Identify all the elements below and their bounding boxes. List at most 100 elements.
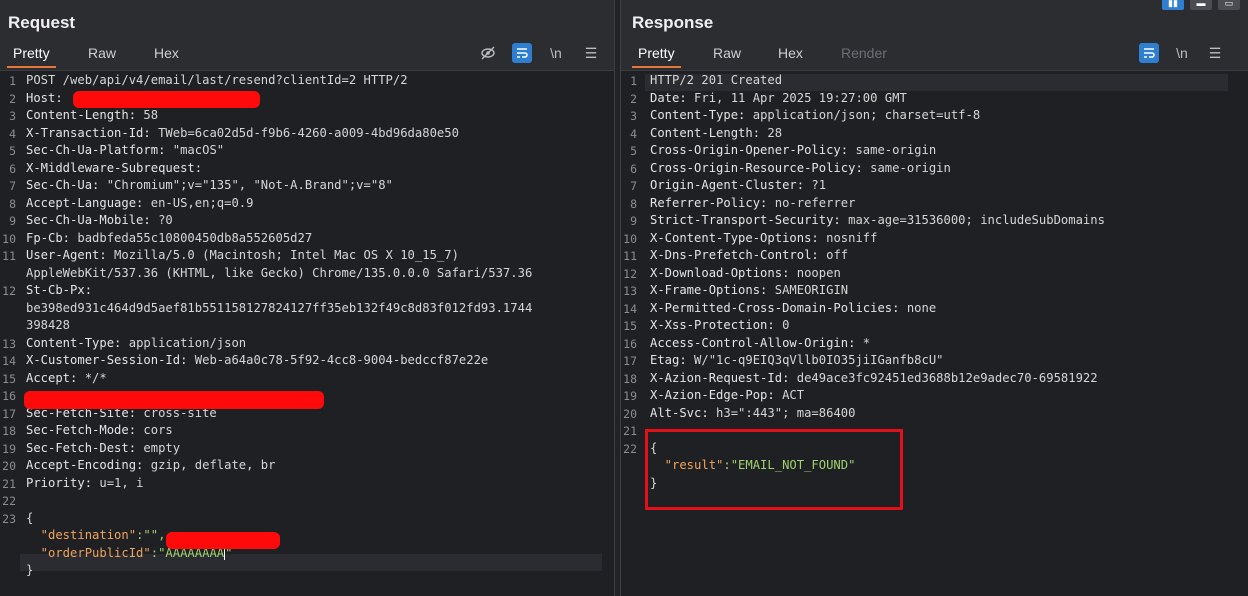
header-name: Content-Length: (650, 125, 761, 140)
header-name: X-Azion-Request-Id: (650, 370, 790, 385)
header-name: Content-Length: (26, 108, 137, 122)
line-number: 7 (630, 179, 637, 193)
request-tab-pretty[interactable]: Pretty (7, 42, 56, 68)
header-value: TWeb=6ca02d5d-f9b6-4260-a009-4bd96da80e5… (150, 125, 459, 140)
code-line: X-Xss-Protection: 0 (650, 318, 789, 332)
code-line: Content-Type: application/json; charset=… (650, 108, 980, 122)
response-editor[interactable]: 1 2 3 4 5 6 7 8 9 10 11 12 13 14 15 16 17 18 19 20 21 22 HTTP… (621, 70, 1248, 596)
header-value: application/json; charset=utf-8 (745, 108, 981, 122)
response-title: Response (632, 13, 714, 32)
request-editor[interactable]: 1 2 3 4 5 6 7 8 9 10 11 12 13 14 15 16 17 18 19 20 21 22 23 PO… (0, 70, 614, 596)
response-tab-raw[interactable]: Raw (707, 42, 747, 66)
request-pane: Request Pretty Raw Hex \n ☰ 1 2 3 4 5 6 7 8 9 10 1… (0, 0, 614, 596)
redaction-destination (166, 532, 280, 549)
header-value: W/"1c-q9EIQ3qVllb0IO35jiIGanfb8cU" (686, 353, 944, 367)
header-value: ?0 (150, 213, 173, 227)
code-line: User-Agent: Mozilla/5.0 (Macintosh; Inte… (26, 248, 459, 262)
header-value: badbfeda55c10800450db8a552605d27 (70, 230, 313, 245)
header-name: X-Xss-Protection: (650, 318, 775, 332)
response-tab-hex[interactable]: Hex (772, 42, 809, 66)
hide-nonprintable-icon[interactable] (478, 42, 498, 64)
highlight-box-result (645, 429, 903, 510)
request-tab-raw[interactable]: Raw (82, 42, 122, 66)
code-line: "destination":"", (26, 528, 166, 542)
header-value: cors (136, 423, 173, 437)
header-name: X-Permitted-Cross-Domain-Policies: (650, 300, 900, 315)
code-line: POST /web/api/v4/email/last/resend?clien… (26, 73, 408, 87)
line-number: 18 (623, 371, 637, 386)
line-text: AppleWebKit/537.36 (KHTML, like Gecko) C… (26, 265, 533, 280)
header-name: X-Dns-Prefetch-Control: (650, 248, 819, 262)
code-line: Cross-Origin-Resource-Policy: same-origi… (650, 161, 951, 175)
header-name: Sec-Ch-Ua: (26, 178, 100, 192)
header-value: * (855, 335, 871, 350)
header-name: Strict-Transport-Security: (650, 213, 841, 227)
redaction-header (24, 391, 324, 409)
line-number: 5 (9, 144, 16, 158)
line-number: 20 (623, 406, 637, 421)
response-wrap-lines-icon[interactable] (1139, 43, 1159, 63)
code-line: Content-Length: 28 (650, 126, 782, 140)
code-line: X-Frame-Options: SAMEORIGIN (650, 283, 848, 297)
response-menu-icon[interactable]: ☰ (1206, 42, 1224, 64)
line-number: 19 (623, 389, 637, 403)
header-value: SAMEORIGIN (767, 283, 849, 297)
header-name: Content-Type: (650, 108, 746, 122)
line-number: 13 (623, 284, 637, 298)
header-value: 58 (136, 108, 159, 122)
header-value: de49ace3fc92451ed3688b12e9adec70-6958192… (789, 370, 1098, 385)
response-tab-pretty[interactable]: Pretty (632, 42, 681, 68)
newline-toggle[interactable]: \n (547, 42, 565, 64)
json-key: "destination" (26, 528, 137, 542)
request-tab-hex[interactable]: Hex (148, 42, 185, 66)
header-value: noopen (789, 265, 841, 280)
code-line: 398428 (26, 318, 70, 332)
line-number: 21 (623, 424, 637, 438)
header-name: Accept-Language: (26, 195, 144, 210)
header-value: gzip, deflate, br (143, 458, 276, 472)
json-tail: ", (150, 528, 166, 542)
header-name: Sec-Fetch-Mode: (26, 423, 137, 437)
header-name: Sec-Ch-Ua-Mobile: (26, 213, 151, 227)
header-value: "macOS" (165, 143, 225, 157)
header-value: none (899, 300, 937, 315)
response-newline-toggle[interactable]: \n (1173, 42, 1191, 64)
wrap-lines-icon[interactable] (512, 43, 532, 63)
header-name: Access-Control-Allow-Origin: (650, 335, 856, 350)
line-number: 10 (2, 231, 16, 246)
header-name: Accept: (26, 370, 78, 385)
redaction-host (73, 91, 260, 108)
line-number: 3 (9, 109, 16, 123)
line-number: 4 (630, 126, 637, 141)
header-value: Fri, 11 Apr 2025 19:27:00 GMT (686, 90, 907, 105)
header-name: User-Agent: (26, 248, 107, 262)
line-number: 17 (2, 406, 16, 421)
header-value: nosniff (818, 230, 878, 245)
header-value (63, 91, 70, 105)
code-line: Sec-Fetch-Mode: cors (26, 423, 173, 437)
layout-tabs-icon[interactable]: ▭ (1218, 0, 1240, 10)
response-tab-render[interactable]: Render (835, 42, 893, 66)
line-number: 4 (9, 126, 16, 141)
code-line: X-Content-Type-Options: nosniff (650, 231, 877, 245)
header-value: Web-a64a0c78-5f92-4cc8-9004-bedccf87e22e (187, 353, 489, 367)
header-name: Host: (26, 90, 63, 105)
layout-top-bottom-icon[interactable]: ▬ (1190, 0, 1212, 10)
pane-divider[interactable] (614, 0, 621, 596)
code-line: Access-Control-Allow-Origin: * (650, 336, 870, 350)
code-line: Fp-Cb: badbfeda55c10800450db8a552605d27 (26, 231, 312, 245)
line-number: 1 (9, 74, 16, 88)
line-number: 9 (630, 214, 637, 228)
request-menu-icon[interactable]: ☰ (582, 42, 600, 64)
header-name: X-Frame-Options: (650, 283, 768, 297)
code-line: X-Customer-Session-Id: Web-a64a0c78-5f92… (26, 353, 488, 367)
header-value: Mozilla/5.0 (Macintosh; Intel Mac OS X 1… (106, 248, 459, 262)
line-number: 7 (9, 179, 16, 193)
header-name: X-Transaction-Id: (26, 125, 151, 140)
code-line: X-Azion-Request-Id: de49ace3fc92451ed368… (650, 371, 1098, 385)
code-line: Cross-Origin-Opener-Policy: same-origin (650, 143, 936, 157)
header-value: ACT (774, 388, 805, 402)
code-line: Origin-Agent-Cluster: ?1 (650, 178, 826, 192)
layout-side-by-side-icon[interactable]: ▮▮ (1162, 0, 1184, 10)
header-name: Sec-Fetch-Dest: (26, 440, 137, 455)
